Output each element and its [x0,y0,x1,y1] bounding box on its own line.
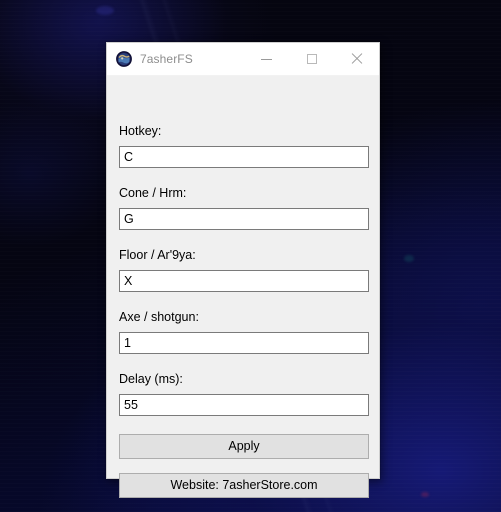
cone-hrm-input[interactable] [119,208,369,230]
label-floor-ar9ya: Floor / Ar'9ya: [119,248,196,262]
maximize-button[interactable] [289,43,334,75]
delay-ms-input[interactable] [119,394,369,416]
label-cone-hrm: Cone / Hrm: [119,186,187,200]
website-button[interactable]: Website: 7asherStore.com [119,473,369,498]
floor-ar9ya-input[interactable] [119,270,369,292]
desktop-background: 7asherFS Hotkey: Cone / Hrm: Floor / Ar'… [0,0,501,512]
app-globe-icon [116,51,132,67]
minimize-button[interactable] [244,43,289,75]
maximize-icon [306,54,317,64]
wallpaper-spark-teal [404,255,414,262]
wallpaper-spark-pink [421,492,429,497]
application-window: 7asherFS Hotkey: Cone / Hrm: Floor / Ar'… [106,42,380,498]
wallpaper-spark-violet [96,6,114,15]
settings-form: Hotkey: Cone / Hrm: Floor / Ar'9ya: Axe … [107,76,379,498]
close-icon [351,53,363,65]
title-bar[interactable]: 7asherFS [107,43,379,76]
label-axe-shotgun: Axe / shotgun: [119,310,199,324]
apply-button[interactable]: Apply [119,434,369,459]
label-delay-ms: Delay (ms): [119,372,183,386]
axe-shotgun-input[interactable] [119,332,369,354]
label-hotkey: Hotkey: [119,124,162,138]
window-title: 7asherFS [140,52,193,66]
minimize-icon [261,58,272,60]
close-button[interactable] [334,43,379,75]
hotkey-input[interactable] [119,146,369,168]
